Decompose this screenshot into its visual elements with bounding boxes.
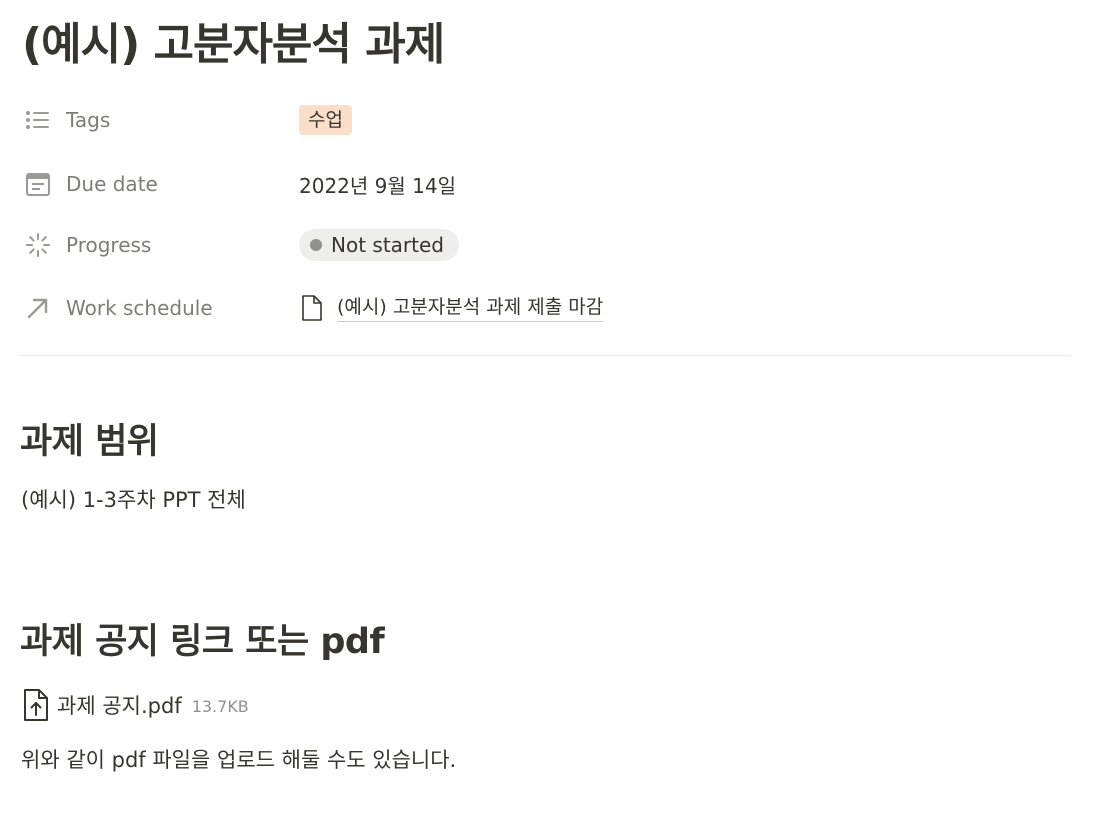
- property-value-due-date[interactable]: 2022년 9월 14일: [299, 164, 456, 204]
- property-row-work-schedule: Work schedule (예시) 고분자분석 과제 제출 마감: [18, 288, 1078, 328]
- status-dot-icon: [310, 239, 322, 251]
- property-value-work-schedule[interactable]: (예시) 고분자분석 과제 제출 마감: [299, 288, 604, 328]
- page-title[interactable]: (예시) 고분자분석 과제: [22, 14, 445, 76]
- relation-link-text: (예시) 고분자분석 과제 제출 마감: [337, 294, 604, 322]
- page: (예시) 고분자분석 과제 Tags 수업 Due date 2022년 9월 …: [0, 0, 1096, 816]
- relation-arrow-icon: [24, 294, 52, 322]
- property-row-progress: Progress Not started: [18, 225, 1078, 265]
- property-label: Tags: [66, 108, 111, 132]
- property-row-due-date: Due date 2022년 9월 14일: [18, 164, 1078, 204]
- property-row-tags: Tags 수업: [18, 100, 1078, 140]
- page-icon: [299, 294, 325, 322]
- due-date-text: 2022년 9월 14일: [299, 173, 456, 198]
- relation-link[interactable]: (예시) 고분자분석 과제 제출 마감: [299, 294, 604, 322]
- property-name-work-schedule[interactable]: Work schedule: [18, 288, 288, 328]
- status-badge[interactable]: Not started: [299, 229, 459, 261]
- property-value-tags[interactable]: 수업: [299, 100, 352, 140]
- paragraph-notice: 위와 같이 pdf 파일을 업로드 해둘 수도 있습니다.: [21, 748, 457, 772]
- property-label: Progress: [66, 233, 152, 257]
- file-upload-icon: [21, 688, 51, 722]
- list-icon: [24, 106, 52, 134]
- tag-chip[interactable]: 수업: [299, 105, 352, 135]
- file-name: 과제 공지.pdf: [57, 694, 182, 718]
- paragraph-scope: (예시) 1-3주차 PPT 전체: [21, 488, 246, 512]
- calendar-icon: [24, 170, 52, 198]
- progress-spinner-icon: [24, 231, 52, 259]
- property-name-due-date[interactable]: Due date: [18, 164, 288, 204]
- property-name-progress[interactable]: Progress: [18, 225, 288, 265]
- property-value-progress[interactable]: Not started: [299, 225, 459, 265]
- file-attachment[interactable]: 과제 공지.pdf 13.7KB: [21, 686, 249, 724]
- status-label: Not started: [331, 233, 444, 257]
- property-label: Due date: [66, 172, 158, 196]
- divider: [18, 355, 1071, 356]
- heading-notice: 과제 공지 링크 또는 pdf: [20, 622, 385, 662]
- property-label: Work schedule: [66, 296, 213, 320]
- property-name-tags[interactable]: Tags: [18, 100, 288, 140]
- file-size: 13.7KB: [191, 697, 249, 716]
- heading-scope: 과제 범위: [20, 422, 159, 462]
